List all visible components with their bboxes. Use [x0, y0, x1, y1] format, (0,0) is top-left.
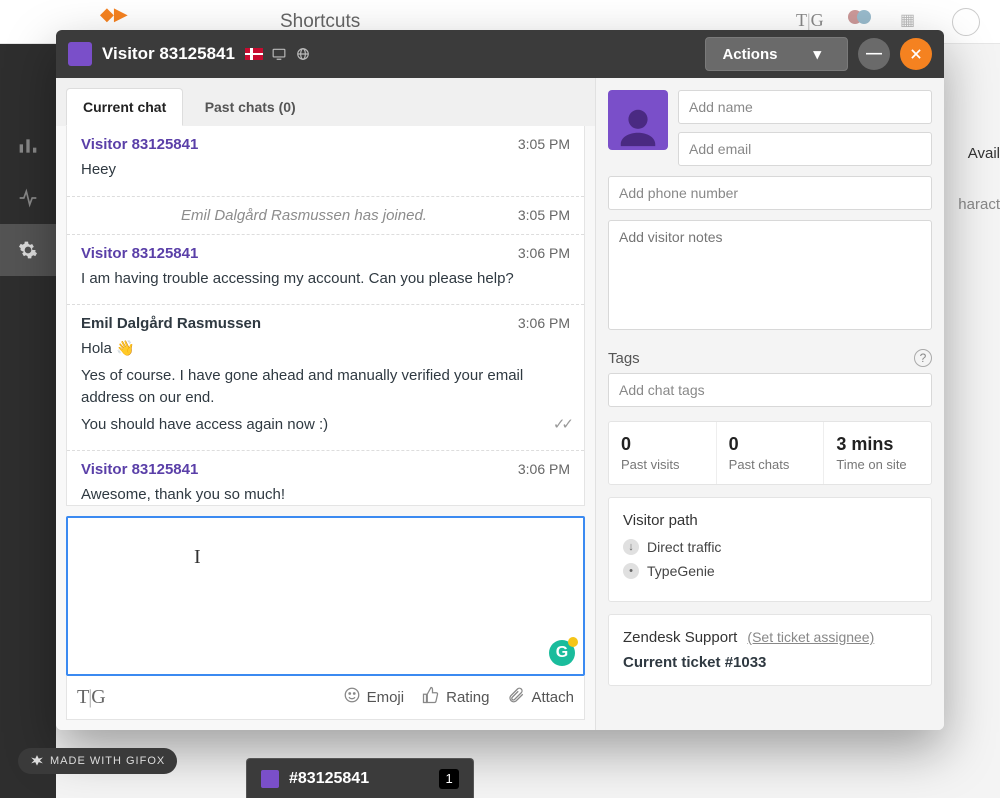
message-list[interactable]: Visitor 83125841 3:05 PM Heey Emil Dalgå… — [66, 126, 585, 506]
message-input[interactable]: I G — [66, 516, 585, 676]
visitor-avatar — [608, 90, 668, 150]
compose-area: I G T|G Emoji Rating — [66, 516, 585, 720]
email-input[interactable] — [678, 132, 932, 166]
system-message: Emil Dalgård Rasmussen has joined. 3:05 … — [67, 196, 584, 234]
minimized-chat-tab[interactable]: #83125841 1 — [246, 758, 474, 798]
message: Visitor 83125841 3:05 PM Heey — [67, 126, 584, 196]
tab-past-chats[interactable]: Past chats (0) — [188, 88, 313, 126]
actions-dropdown[interactable]: Actions ▾ — [705, 37, 848, 71]
chat-window: Visitor 83125841 Actions ▾ — Current cha… — [56, 30, 944, 730]
app-sidebar — [0, 0, 56, 798]
tab-current-chat[interactable]: Current chat — [66, 88, 183, 126]
bg-text: Avail — [968, 145, 1000, 162]
bg-text2: haract — [958, 196, 1000, 213]
message-time: 3:06 PM — [518, 315, 570, 332]
zendesk-card: Zendesk Support (Set ticket assignee) Cu… — [608, 614, 932, 686]
text-cursor-icon: I — [194, 546, 201, 569]
chat-tabs: Current chat Past chats (0) — [56, 78, 595, 126]
help-icon[interactable]: ? — [914, 349, 932, 367]
time-on-site-value: 3 mins — [836, 434, 919, 455]
message: Emil Dalgård Rasmussen 3:06 PM Hola 👋 Ye… — [67, 304, 584, 450]
attach-button[interactable]: Attach — [507, 686, 574, 709]
visitor-info-panel: Tags ? 0 Past visits 0 Past chats 3 mins… — [596, 78, 944, 730]
path-item: • TypeGenie — [623, 563, 917, 579]
paperclip-icon — [507, 686, 525, 709]
visitor-stats: 0 Past visits 0 Past chats 3 mins Time o… — [608, 421, 932, 485]
chat-column: Current chat Past chats (0) Visitor 8312… — [56, 78, 596, 730]
set-ticket-assignee-link[interactable]: (Set ticket assignee) — [747, 629, 874, 645]
current-ticket-label: Current ticket #1033 — [623, 654, 917, 671]
nav-icon-bars[interactable] — [0, 120, 56, 172]
past-visits-value: 0 — [621, 434, 704, 455]
message-sender: Visitor 83125841 — [81, 136, 198, 153]
visitor-avatar-icon — [261, 770, 279, 788]
tags-input[interactable] — [608, 373, 932, 407]
visitor-path-card: Visitor path ↓ Direct traffic • TypeGeni… — [608, 497, 932, 602]
visitor-title: Visitor 83125841 — [102, 44, 235, 64]
typegenie-logo-icon[interactable]: T|G — [77, 686, 105, 709]
nav-icon-settings[interactable] — [0, 224, 56, 276]
message-time: 3:05 PM — [518, 136, 570, 153]
message-time: 3:06 PM — [518, 461, 570, 478]
notes-textarea[interactable] — [608, 220, 932, 330]
tags-heading: Tags — [608, 350, 640, 367]
thumbs-up-icon — [422, 686, 440, 709]
rating-button[interactable]: Rating — [422, 686, 489, 709]
past-chats-value: 0 — [729, 434, 812, 455]
message: Visitor 83125841 3:06 PM I am having tro… — [67, 234, 584, 305]
name-input[interactable] — [678, 90, 932, 124]
grammarly-icon[interactable]: G — [549, 640, 575, 666]
dot-icon: • — [623, 563, 639, 579]
message-sender: Emil Dalgård Rasmussen — [81, 315, 261, 332]
minimize-button[interactable]: — — [858, 38, 890, 70]
delivered-icon: ✓✓ — [553, 414, 570, 437]
globe-icon — [295, 46, 311, 62]
path-item: ↓ Direct traffic — [623, 539, 917, 555]
emoji-icon — [343, 686, 361, 709]
emoji-button[interactable]: Emoji — [343, 686, 405, 709]
chat-window-header: Visitor 83125841 Actions ▾ — — [56, 30, 944, 78]
arrow-down-icon: ↓ — [623, 539, 639, 555]
gifox-watermark: MADE WITH GIFOX — [18, 748, 177, 774]
message-time: 3:06 PM — [518, 245, 570, 262]
message-sender: Visitor 83125841 — [81, 461, 198, 478]
monitor-icon — [271, 46, 287, 62]
phone-input[interactable] — [608, 176, 932, 210]
unread-badge: 1 — [439, 769, 459, 789]
nav-icon-pulse[interactable] — [0, 172, 56, 224]
flag-dk-icon — [245, 48, 263, 60]
app-logo: ◆▶ — [100, 4, 128, 25]
visitor-avatar-icon — [68, 42, 92, 66]
chevron-down-icon: ▾ — [813, 45, 821, 63]
message-sender: Visitor 83125841 — [81, 245, 198, 262]
close-button[interactable] — [900, 38, 932, 70]
compose-toolbar: T|G Emoji Rating — [66, 676, 585, 720]
message: Visitor 83125841 3:06 PM Awesome, thank … — [67, 450, 584, 506]
